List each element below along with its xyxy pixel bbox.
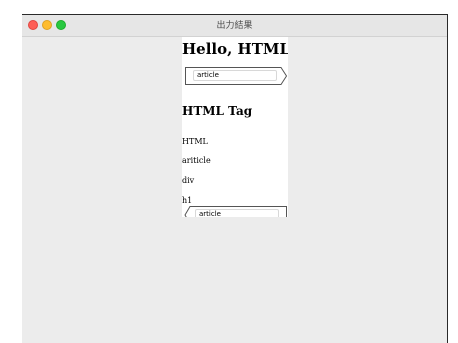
list-item: div [182, 176, 195, 185]
tag-label: article [193, 70, 277, 81]
frame-border-right [447, 14, 448, 343]
article-tag-close: article [184, 205, 288, 217]
title-bar: 出力結果 [22, 15, 447, 37]
page-heading: Hello, HTML!! [182, 40, 288, 58]
list-item: ariticle [182, 156, 211, 165]
tag-label: article [195, 209, 279, 217]
section-heading: HTML Tag [182, 104, 253, 118]
app-window: 出力結果 Hello, HTML!! article HTML Tag HTML… [22, 15, 447, 343]
web-content: Hello, HTML!! article HTML Tag HTML arit… [182, 37, 288, 217]
window-title: 出力結果 [216, 21, 253, 31]
list-item: HTML [182, 137, 208, 146]
list-item: h1 [182, 196, 193, 205]
article-tag-open: article [184, 66, 288, 86]
